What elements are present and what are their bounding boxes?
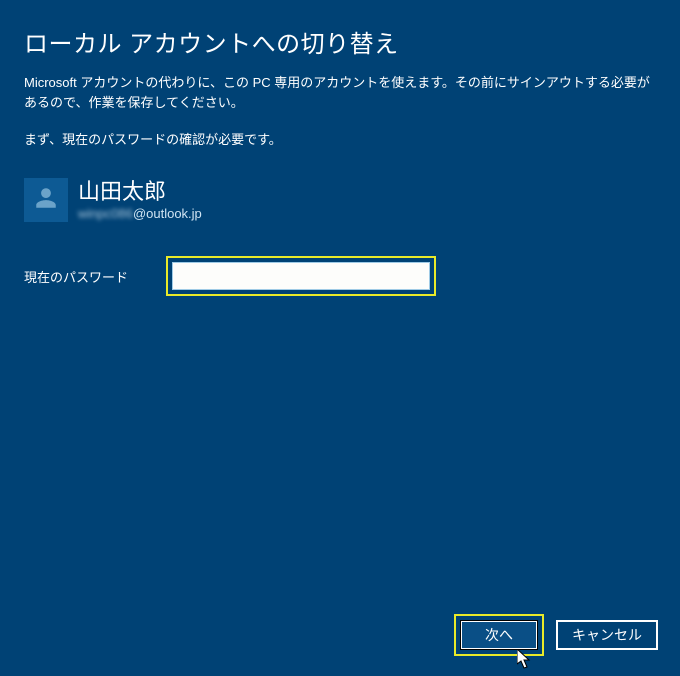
description-text-2: まず、現在のパスワードの確認が必要です。 xyxy=(24,129,656,148)
description-text: Microsoft アカウントの代わりに、この PC 専用のアカウントを使えます… xyxy=(24,73,656,113)
next-button-highlight: 次へ xyxy=(454,614,544,656)
password-input[interactable] xyxy=(172,262,430,290)
user-info: 山田太郎 winpc086@outlook.jp xyxy=(24,178,656,222)
password-input-highlight xyxy=(166,256,436,296)
user-name: 山田太郎 xyxy=(78,180,202,204)
cancel-button[interactable]: キャンセル xyxy=(556,620,658,650)
user-email: winpc086@outlook.jp xyxy=(78,206,202,221)
next-button[interactable]: 次へ xyxy=(460,620,538,650)
user-icon xyxy=(33,185,59,216)
user-email-local: winpc086 xyxy=(78,206,133,221)
cursor-icon xyxy=(517,649,533,676)
page-title: ローカル アカウントへの切り替え xyxy=(24,24,656,59)
password-label: 現在のパスワード xyxy=(24,267,134,286)
footer-buttons: 次へ キャンセル xyxy=(454,614,658,656)
avatar xyxy=(24,178,68,222)
user-email-domain: @outlook.jp xyxy=(133,206,202,221)
password-row: 現在のパスワード xyxy=(24,256,656,296)
